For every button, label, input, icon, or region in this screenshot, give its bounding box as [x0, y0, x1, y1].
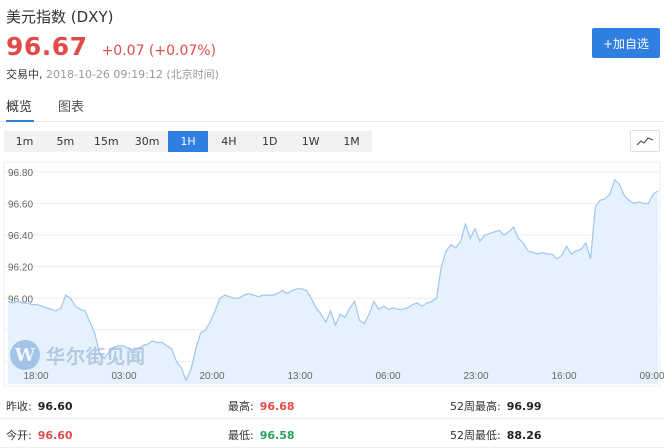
stat-52w-low: 52周最低: 88.26	[450, 429, 542, 442]
period-30m[interactable]: 30m	[127, 131, 168, 152]
line-chart-icon	[636, 137, 654, 146]
stats-row: 昨收: 96.60 最高: 96.68 52周最高: 96.99	[0, 390, 664, 419]
period-selector: 1m 5m 15m 30m 1H 4H 1D 1W 1M	[4, 131, 372, 152]
x-tick-label: 06:00	[375, 371, 400, 382]
tab-overview[interactable]: 概览	[6, 96, 34, 122]
timestamp: 2018-10-26 09:19:12 (北京时间)	[46, 68, 219, 81]
period-5m[interactable]: 5m	[45, 131, 86, 152]
x-tick-label: 20:00	[199, 371, 224, 382]
period-15m[interactable]: 15m	[86, 131, 127, 152]
stat-open: 今开: 96.60	[6, 429, 73, 442]
period-1h[interactable]: 1H	[167, 131, 209, 152]
x-tick-label: 16:00	[551, 371, 576, 382]
y-tick-label: 96.60	[8, 199, 33, 210]
trading-status: 交易中, 2018-10-26 09:19:12 (北京时间)	[6, 66, 219, 82]
price-change: +0.07 (+0.07%)	[101, 43, 217, 59]
watermark-logo-icon: W	[10, 340, 40, 370]
period-1mo[interactable]: 1M	[331, 131, 372, 152]
tab-chart[interactable]: 图表	[58, 96, 86, 122]
period-1m[interactable]: 1m	[4, 131, 45, 152]
last-price: 96.67	[6, 32, 88, 61]
chart-type-toggle[interactable]	[630, 130, 660, 152]
add-to-watchlist-button[interactable]: +加自选	[592, 28, 660, 58]
y-tick-label: 96.20	[8, 263, 33, 274]
x-tick-label: 23:00	[463, 371, 488, 382]
x-tick-label: 13:00	[287, 371, 312, 382]
stat-prev-close: 昨收: 96.60	[6, 400, 73, 413]
watermark-text: 华尔街见闻	[46, 345, 147, 368]
stat-high: 最高: 96.68	[228, 400, 295, 413]
period-1w[interactable]: 1W	[290, 131, 331, 152]
stat-low: 最低: 96.58	[228, 429, 295, 442]
price-row: 96.67 +0.07 (+0.07%)	[6, 32, 216, 61]
x-tick-label: 03:00	[111, 371, 136, 382]
period-4h[interactable]: 4H	[208, 131, 249, 152]
status-text: 交易中,	[6, 68, 43, 81]
y-tick-label: 96.40	[8, 231, 33, 242]
x-tick-label: 18:00	[23, 371, 48, 382]
stat-52w-high: 52周最高: 96.99	[450, 400, 542, 413]
stats-row: 今开: 96.60 最低: 96.58 52周最低: 88.26	[0, 419, 664, 448]
watermark: W 华尔街见闻	[10, 340, 146, 370]
page-title: 美元指数 (DXY)	[6, 8, 114, 26]
period-1d[interactable]: 1D	[249, 131, 290, 152]
y-tick-label: 96.80	[8, 168, 33, 179]
tab-bar: 概览 图表	[0, 96, 664, 122]
x-tick-label: 09:00	[639, 371, 664, 382]
